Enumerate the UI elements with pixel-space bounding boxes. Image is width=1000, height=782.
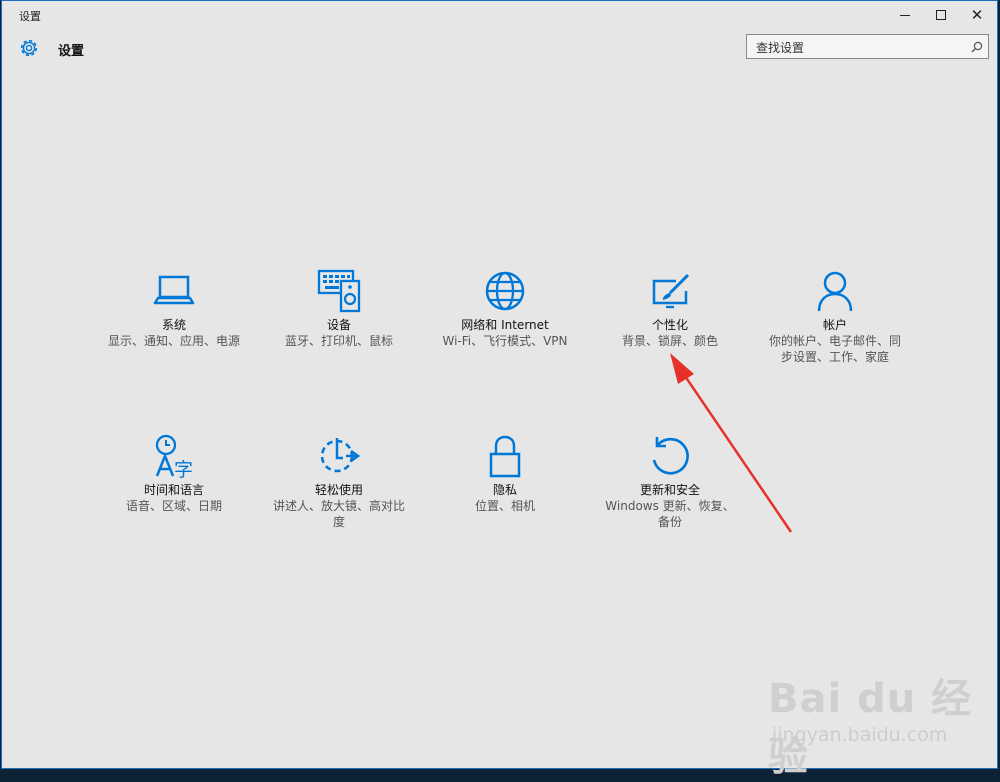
settings-window: 设置 ✕ 设置 查找设置 系统 显示、通知、应用、电源 设备 蓝牙、打印机、鼠标… <box>1 0 998 780</box>
watermark: Bai du 经验 jingyan.baidu.com <box>762 666 992 780</box>
annotation-arrow <box>670 353 793 533</box>
watermark-url: jingyan.baidu.com <box>772 724 948 746</box>
